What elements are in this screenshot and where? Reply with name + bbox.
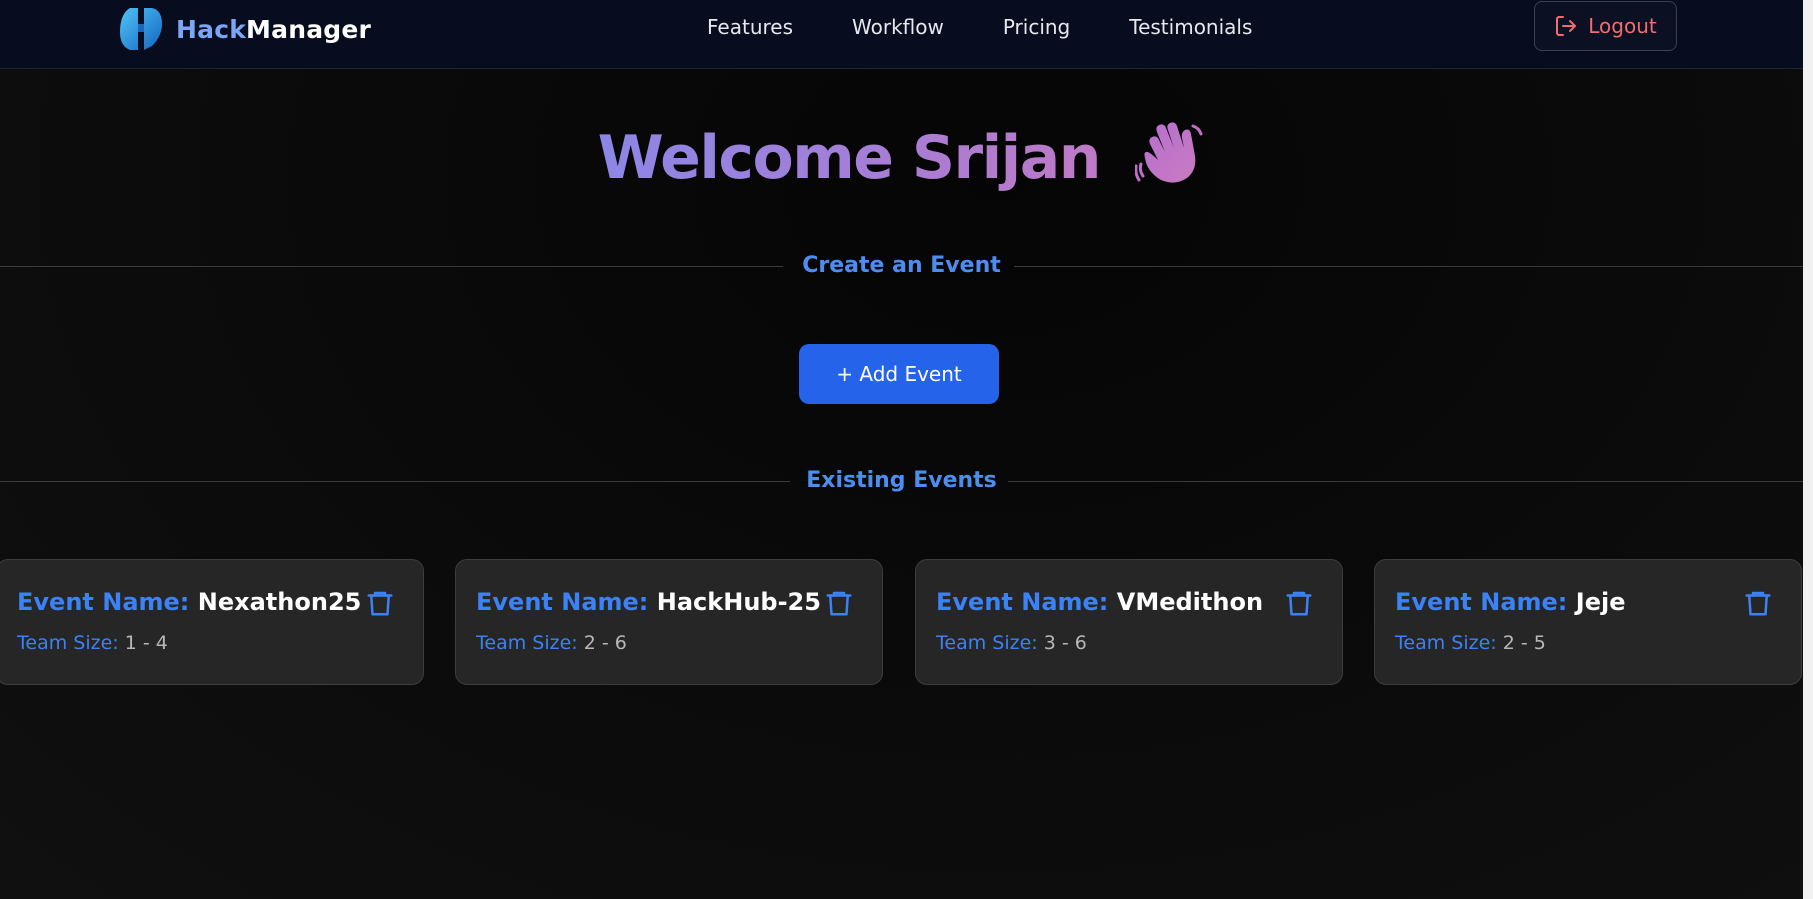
event-card[interactable]: Event Name: HackHub-25 Team Size: 2 - 6 [455, 559, 883, 685]
brand-name: HackManager [176, 15, 371, 44]
team-size-value: 2 - 5 [1502, 632, 1546, 654]
trash-icon [826, 591, 852, 616]
brand[interactable]: HackManager [118, 6, 371, 52]
add-event-button[interactable]: + Add Event [799, 344, 999, 404]
event-name: Event Name: HackHub-25 [476, 588, 821, 616]
logout-button[interactable]: Logout [1534, 1, 1677, 51]
create-event-title: Create an Event [802, 253, 1001, 278]
top-navbar: HackManager Features Workflow Pricing Te… [0, 0, 1803, 69]
event-name-label: Event Name: [936, 588, 1109, 616]
team-size: Team Size: 2 - 5 [1395, 632, 1546, 654]
event-name-label: Event Name: [476, 588, 649, 616]
brand-name-hack: Hack [176, 14, 247, 44]
event-name-label: Event Name: [1395, 588, 1568, 616]
welcome-text: Welcome Srijan [597, 123, 1102, 193]
event-name-value: Jeje [1575, 588, 1626, 616]
team-size: Team Size: 2 - 6 [476, 632, 627, 654]
delete-event-button[interactable] [365, 588, 395, 618]
event-name-value: Nexathon25 [197, 588, 362, 616]
brand-name-manager: Manager [246, 14, 372, 44]
create-event-divider: Create an Event [0, 251, 1803, 281]
team-size-label: Team Size: [936, 632, 1038, 654]
scrollbar-track[interactable] [1803, 0, 1813, 899]
team-size-label: Team Size: [17, 632, 119, 654]
nav-link-features[interactable]: Features [707, 14, 793, 40]
welcome-heading: Welcome Srijan [0, 120, 1803, 193]
event-name: Event Name: VMedithon [936, 588, 1263, 616]
delete-event-button[interactable] [1284, 588, 1314, 618]
page: HackManager Features Workflow Pricing Te… [0, 0, 1813, 899]
nav-link-pricing[interactable]: Pricing [1003, 14, 1070, 40]
waving-hand-icon [1135, 122, 1203, 183]
event-card[interactable]: Event Name: VMedithon Team Size: 3 - 6 [915, 559, 1343, 685]
existing-events-title: Existing Events [806, 468, 997, 493]
team-size: Team Size: 3 - 6 [936, 632, 1087, 654]
event-name-value: VMedithon [1116, 588, 1264, 616]
trash-icon [1286, 591, 1312, 616]
nav-links: Features Workflow Pricing Testimonials [707, 14, 1252, 40]
team-size-value: 3 - 6 [1043, 632, 1087, 654]
event-name-value: HackHub-25 [656, 588, 821, 616]
team-size-label: Team Size: [1395, 632, 1497, 654]
event-card[interactable]: Event Name: Jeje Team Size: 2 - 5 [1374, 559, 1802, 685]
team-size-value: 2 - 6 [583, 632, 627, 654]
delete-event-button[interactable] [824, 588, 854, 618]
event-name: Event Name: Jeje [1395, 588, 1625, 616]
event-cards: Event Name: Nexathon25 Team Size: 1 - 4 … [0, 559, 1803, 685]
event-name-label: Event Name: [17, 588, 190, 616]
delete-event-button[interactable] [1743, 588, 1773, 618]
nav-link-workflow[interactable]: Workflow [852, 14, 944, 40]
team-size-value: 1 - 4 [124, 632, 168, 654]
team-size-label: Team Size: [476, 632, 578, 654]
existing-events-divider: Existing Events [0, 466, 1803, 496]
logout-icon [1556, 16, 1577, 36]
event-card[interactable]: Event Name: Nexathon25 Team Size: 1 - 4 [0, 559, 424, 685]
hackmanager-logo-icon [120, 8, 162, 50]
team-size: Team Size: 1 - 4 [17, 632, 168, 654]
event-name: Event Name: Nexathon25 [17, 588, 361, 616]
logout-label: Logout [1588, 14, 1657, 38]
trash-icon [367, 591, 393, 616]
nav-link-testimonials[interactable]: Testimonials [1129, 14, 1252, 40]
trash-icon [1745, 591, 1771, 616]
